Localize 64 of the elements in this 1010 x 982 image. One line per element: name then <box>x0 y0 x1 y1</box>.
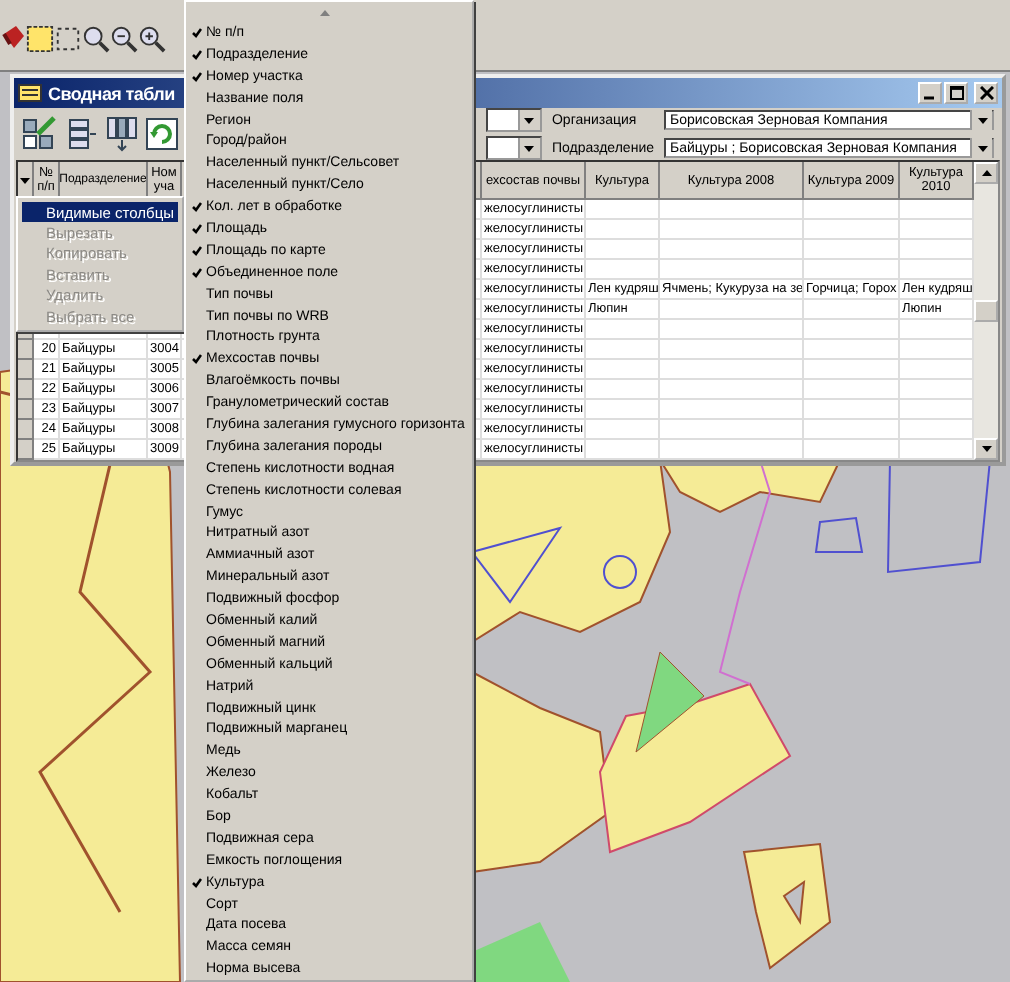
empty-cell <box>804 400 900 420</box>
dropdown-arrow-icon[interactable] <box>977 117 987 123</box>
empty-cell <box>586 360 660 380</box>
dashed-rectangle-icon[interactable] <box>54 23 82 53</box>
empty-cell <box>660 320 804 340</box>
empty-cell <box>586 220 660 240</box>
columns-icon[interactable] <box>106 116 138 152</box>
empty-cell <box>586 420 660 440</box>
empty-cell <box>660 200 804 220</box>
dropdown-field[interactable] <box>485 108 542 132</box>
check-icon <box>191 354 201 365</box>
refresh-icon[interactable] <box>146 118 178 150</box>
empty-cell <box>586 400 660 420</box>
empty-cell <box>660 440 804 460</box>
dropdown-arrow-icon[interactable] <box>524 117 535 123</box>
maximize-icon <box>949 86 963 100</box>
dropdown-arrow-icon[interactable] <box>977 145 987 151</box>
check-icon <box>191 877 201 888</box>
empty-cell <box>660 400 804 420</box>
empty-cell <box>586 380 660 400</box>
vertical-scrollbar[interactable] <box>974 162 998 460</box>
minimize-button[interactable] <box>918 82 942 104</box>
empty-cell <box>804 380 900 400</box>
empty-cell <box>586 260 660 280</box>
empty-cell <box>804 260 900 280</box>
list-icon[interactable] <box>66 118 98 150</box>
empty-cell <box>660 420 804 440</box>
scroll-up-icon[interactable] <box>981 170 991 176</box>
zoom-out-icon[interactable] <box>110 23 138 53</box>
window-icon <box>18 84 42 102</box>
empty-cell <box>804 340 900 360</box>
empty-cell <box>660 240 804 260</box>
dropdown-arrow-icon[interactable] <box>20 177 30 183</box>
empty-cell <box>660 300 804 320</box>
empty-cell <box>660 340 804 360</box>
empty-cell <box>804 240 900 260</box>
zoom-in-icon[interactable] <box>138 23 166 53</box>
empty-cell <box>586 240 660 260</box>
empty-cell <box>586 340 660 360</box>
dropdown-field[interactable] <box>485 136 542 160</box>
empty-cell <box>660 260 804 280</box>
close-button[interactable] <box>974 82 998 104</box>
empty-cell <box>804 360 900 380</box>
empty-cell <box>586 320 660 340</box>
empty-cell <box>586 440 660 460</box>
empty-cell <box>660 360 804 380</box>
dropdown-arrow-icon[interactable] <box>524 145 535 151</box>
empty-cell <box>586 200 660 220</box>
window-title: Сводная табли <box>48 83 175 103</box>
empty-cell <box>660 220 804 240</box>
maximize-button[interactable] <box>944 82 968 104</box>
close-icon <box>979 86 993 100</box>
empty-cell <box>660 380 804 400</box>
zoom-icon[interactable] <box>82 23 110 53</box>
select-rectangle-icon[interactable] <box>26 23 54 53</box>
scroll-down-icon[interactable] <box>981 446 991 452</box>
empty-cell <box>804 320 900 340</box>
scrollbar-thumb[interactable] <box>974 300 998 322</box>
empty-cell <box>804 200 900 220</box>
empty-cell <box>804 440 900 460</box>
empty-cell <box>804 300 900 320</box>
empty-cell <box>804 220 900 240</box>
empty-cell <box>804 420 900 440</box>
table-edit-icon[interactable] <box>22 116 58 152</box>
